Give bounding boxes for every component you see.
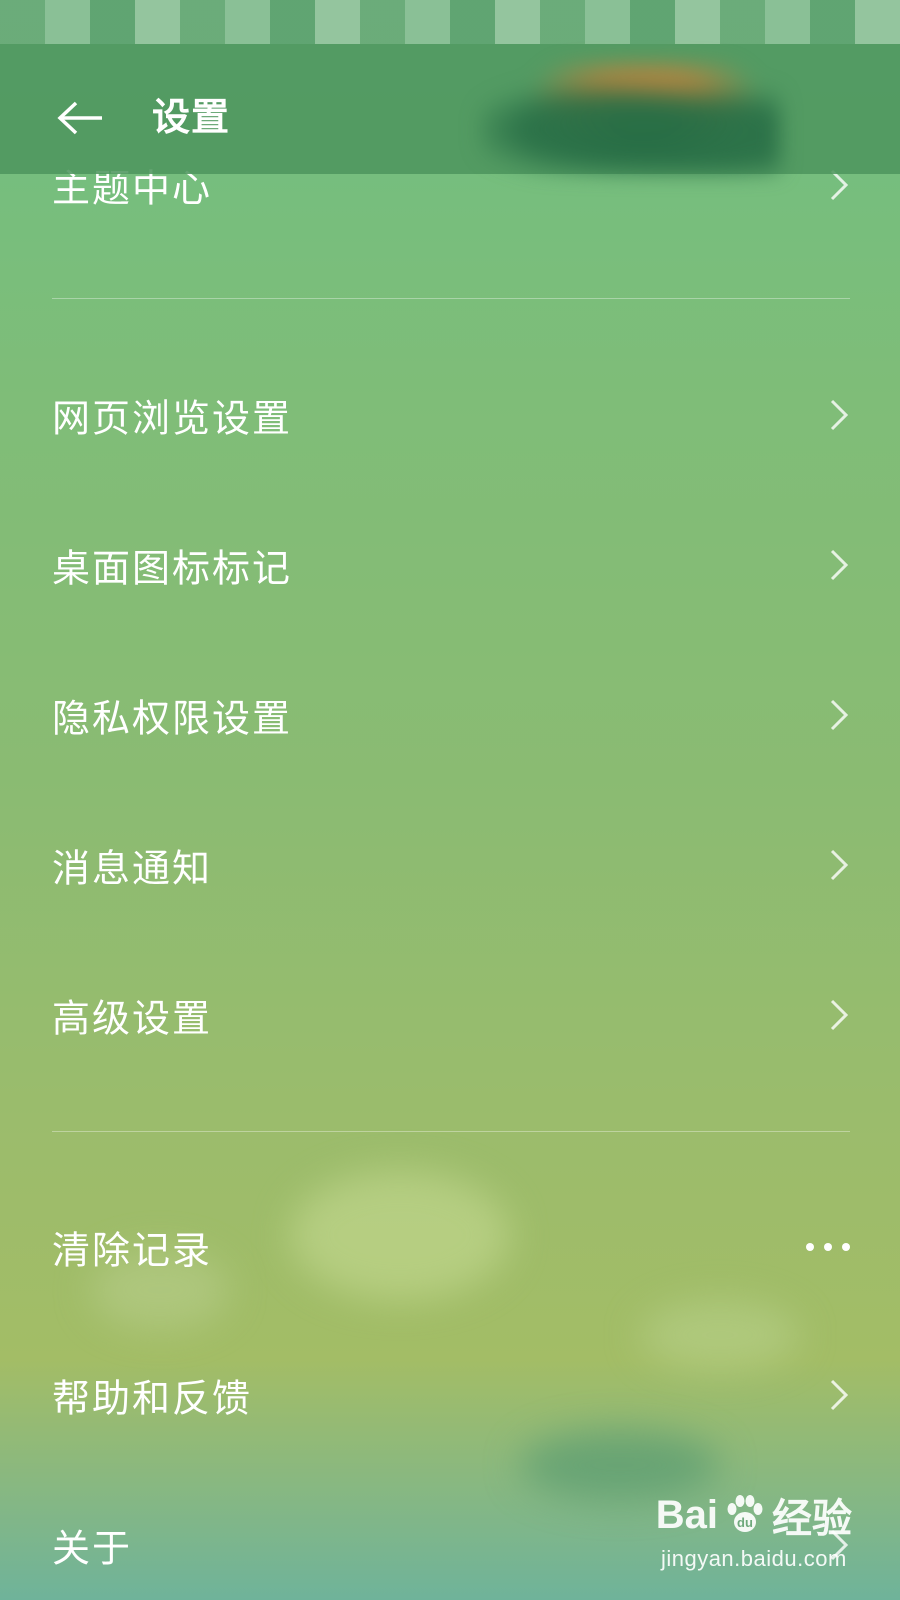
menu-item-label: 帮助和反馈 bbox=[52, 1376, 253, 1421]
menu-item-label: 网页浏览设置 bbox=[52, 396, 293, 441]
menu-row-clear-history[interactable]: 清除记录 bbox=[0, 1192, 900, 1302]
menu-item-label: 高级设置 bbox=[52, 996, 213, 1041]
header-background-art bbox=[480, 64, 780, 174]
menu-row-desktop-icon-badge[interactable]: 桌面图标标记 bbox=[0, 510, 900, 620]
watermark-url: jingyan.baidu.com bbox=[660, 1546, 847, 1571]
watermark-brand: Bai bbox=[655, 1492, 718, 1537]
more-dots-icon bbox=[806, 1243, 850, 1251]
menu-row-browse-settings[interactable]: 网页浏览设置 bbox=[0, 360, 900, 470]
arrow-left-icon bbox=[57, 101, 102, 135]
menu-item-label: 桌面图标标记 bbox=[52, 546, 293, 591]
menu-item-label: 清除记录 bbox=[52, 1228, 213, 1273]
menu-row-help-feedback[interactable]: 帮助和反馈 bbox=[0, 1340, 900, 1450]
menu-row-advanced-settings[interactable]: 高级设置 bbox=[0, 960, 900, 1070]
chevron-right-icon bbox=[830, 399, 849, 431]
baidu-jingyan-watermark: Bai du 经验 jingyan.baidu.com bbox=[656, 1486, 852, 1572]
back-button[interactable] bbox=[52, 95, 108, 141]
chevron-right-icon bbox=[830, 549, 849, 581]
divider bbox=[52, 298, 850, 299]
menu-row-notifications[interactable]: 消息通知 bbox=[0, 810, 900, 920]
page-title: 设置 bbox=[152, 95, 231, 139]
divider bbox=[52, 1131, 850, 1132]
chevron-right-icon bbox=[830, 1379, 849, 1411]
chevron-right-icon bbox=[830, 699, 849, 731]
menu-row-privacy-settings[interactable]: 隐私权限设置 bbox=[0, 660, 900, 770]
watermark-brand-end: 经验 bbox=[772, 1497, 852, 1541]
menu-item-label: 关于 bbox=[52, 1526, 133, 1571]
chevron-right-icon bbox=[830, 999, 849, 1031]
paw-logo-icon: du bbox=[727, 1495, 763, 1532]
menu-item-label: 消息通知 bbox=[52, 846, 213, 891]
svg-text:du: du bbox=[737, 1515, 753, 1530]
menu-item-label: 隐私权限设置 bbox=[52, 696, 293, 741]
status-bar bbox=[0, 0, 900, 44]
chevron-right-icon bbox=[830, 849, 849, 881]
app-header bbox=[0, 44, 900, 174]
